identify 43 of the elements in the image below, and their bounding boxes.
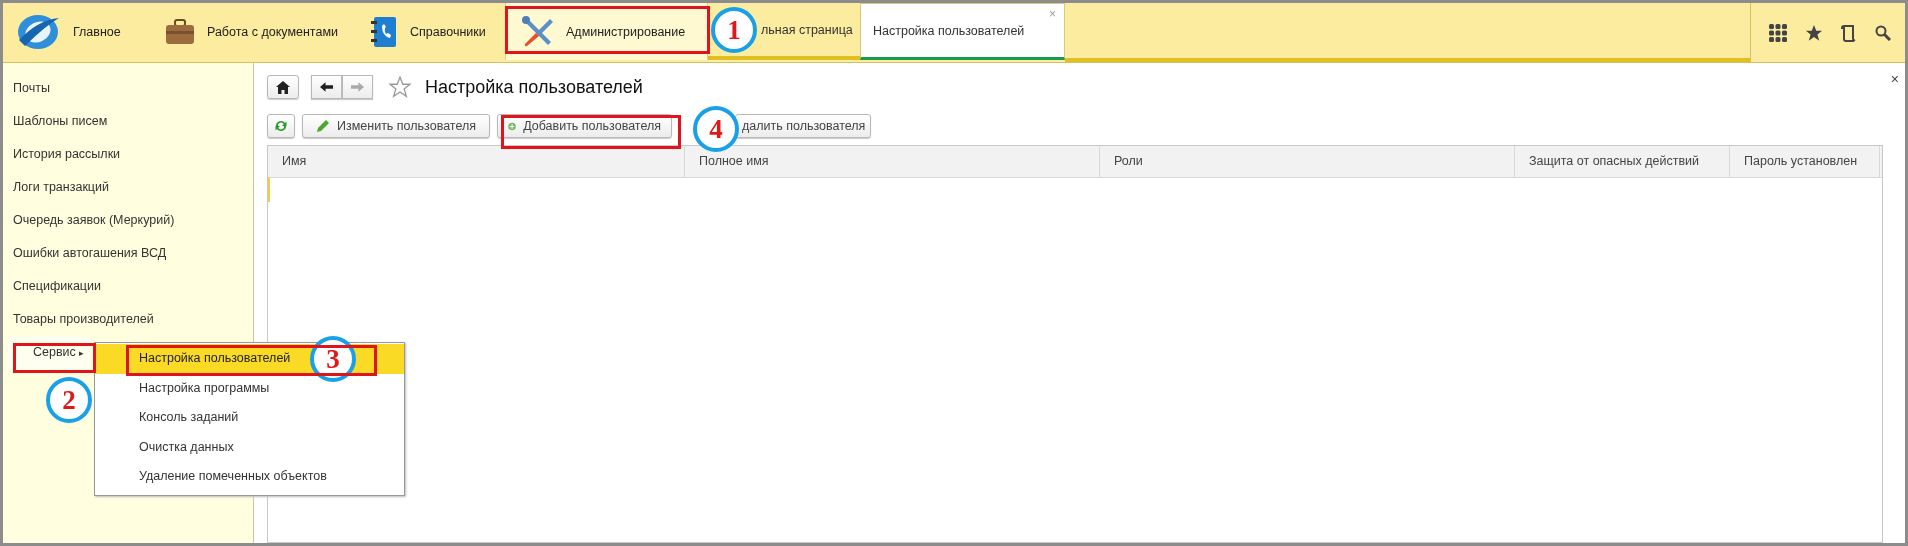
sidebar-item[interactable]: История рассылки — [3, 138, 253, 171]
section-tab[interactable]: Справочники — [358, 3, 505, 60]
sidebar-item[interactable]: Товары производителей — [3, 303, 253, 336]
add-user-button[interactable]: Добавить пользователя — [497, 114, 672, 138]
arrow-left-icon — [320, 82, 333, 92]
pencil-icon — [316, 119, 330, 133]
page-tab[interactable]: Настройка пользователей × — [860, 3, 1065, 60]
sidebar-item[interactable]: Логи транзакций — [3, 171, 253, 204]
column-header[interactable]: Пароль установлен — [1730, 146, 1880, 177]
section-tab[interactable]: Главное — [3, 3, 143, 60]
column-header[interactable]: Роли — [1100, 146, 1515, 177]
refresh-button[interactable] — [267, 114, 295, 138]
star-icon[interactable] — [389, 76, 411, 98]
sidebar-item[interactable]: Сервис ▸ — [8, 336, 90, 369]
caret-icon: ▸ — [79, 348, 85, 358]
star-icon[interactable] — [1805, 23, 1823, 42]
sidebar-item[interactable]: Спецификации — [3, 270, 253, 303]
menu-item[interactable]: Консоль заданий — [95, 403, 404, 433]
home-icon — [276, 80, 290, 94]
search-icon[interactable] — [1875, 24, 1891, 41]
refresh-icon — [274, 119, 288, 133]
back-button[interactable] — [311, 75, 342, 99]
sidebar-item[interactable]: Шаблоны писем — [3, 105, 253, 138]
sidebar-item[interactable]: Ошибки автогашения ВСД — [3, 237, 253, 270]
menu-item[interactable]: Очистка данных — [95, 432, 404, 462]
edit-user-button[interactable]: Изменить пользователя — [302, 114, 490, 138]
column-header[interactable]: Защита от опасных действий — [1515, 146, 1730, 177]
delete-user-button[interactable]: далить пользователя — [735, 114, 871, 138]
section-tab[interactable]: Работа с документами — [143, 3, 358, 60]
arrow-right-icon — [351, 82, 364, 92]
close-icon[interactable]: × — [1890, 71, 1899, 87]
phone-book-icon — [370, 15, 398, 48]
history-scroll-icon[interactable] — [1841, 23, 1857, 42]
home-button[interactable] — [267, 75, 299, 99]
form-title: Настройка пользователей — [425, 76, 643, 98]
menu-item[interactable]: Удаление помеченных объектов — [95, 462, 404, 492]
sidebar-item[interactable]: Почты — [3, 72, 253, 105]
briefcase-icon — [165, 17, 195, 46]
column-header[interactable]: Имя — [268, 146, 685, 177]
sidebar-item[interactable]: Очередь заявок (Меркурий) — [3, 204, 253, 237]
wrench-screwdriver-icon — [520, 14, 554, 49]
apps-grid-icon[interactable] — [1769, 23, 1787, 42]
callout-number: 4 — [693, 106, 739, 152]
